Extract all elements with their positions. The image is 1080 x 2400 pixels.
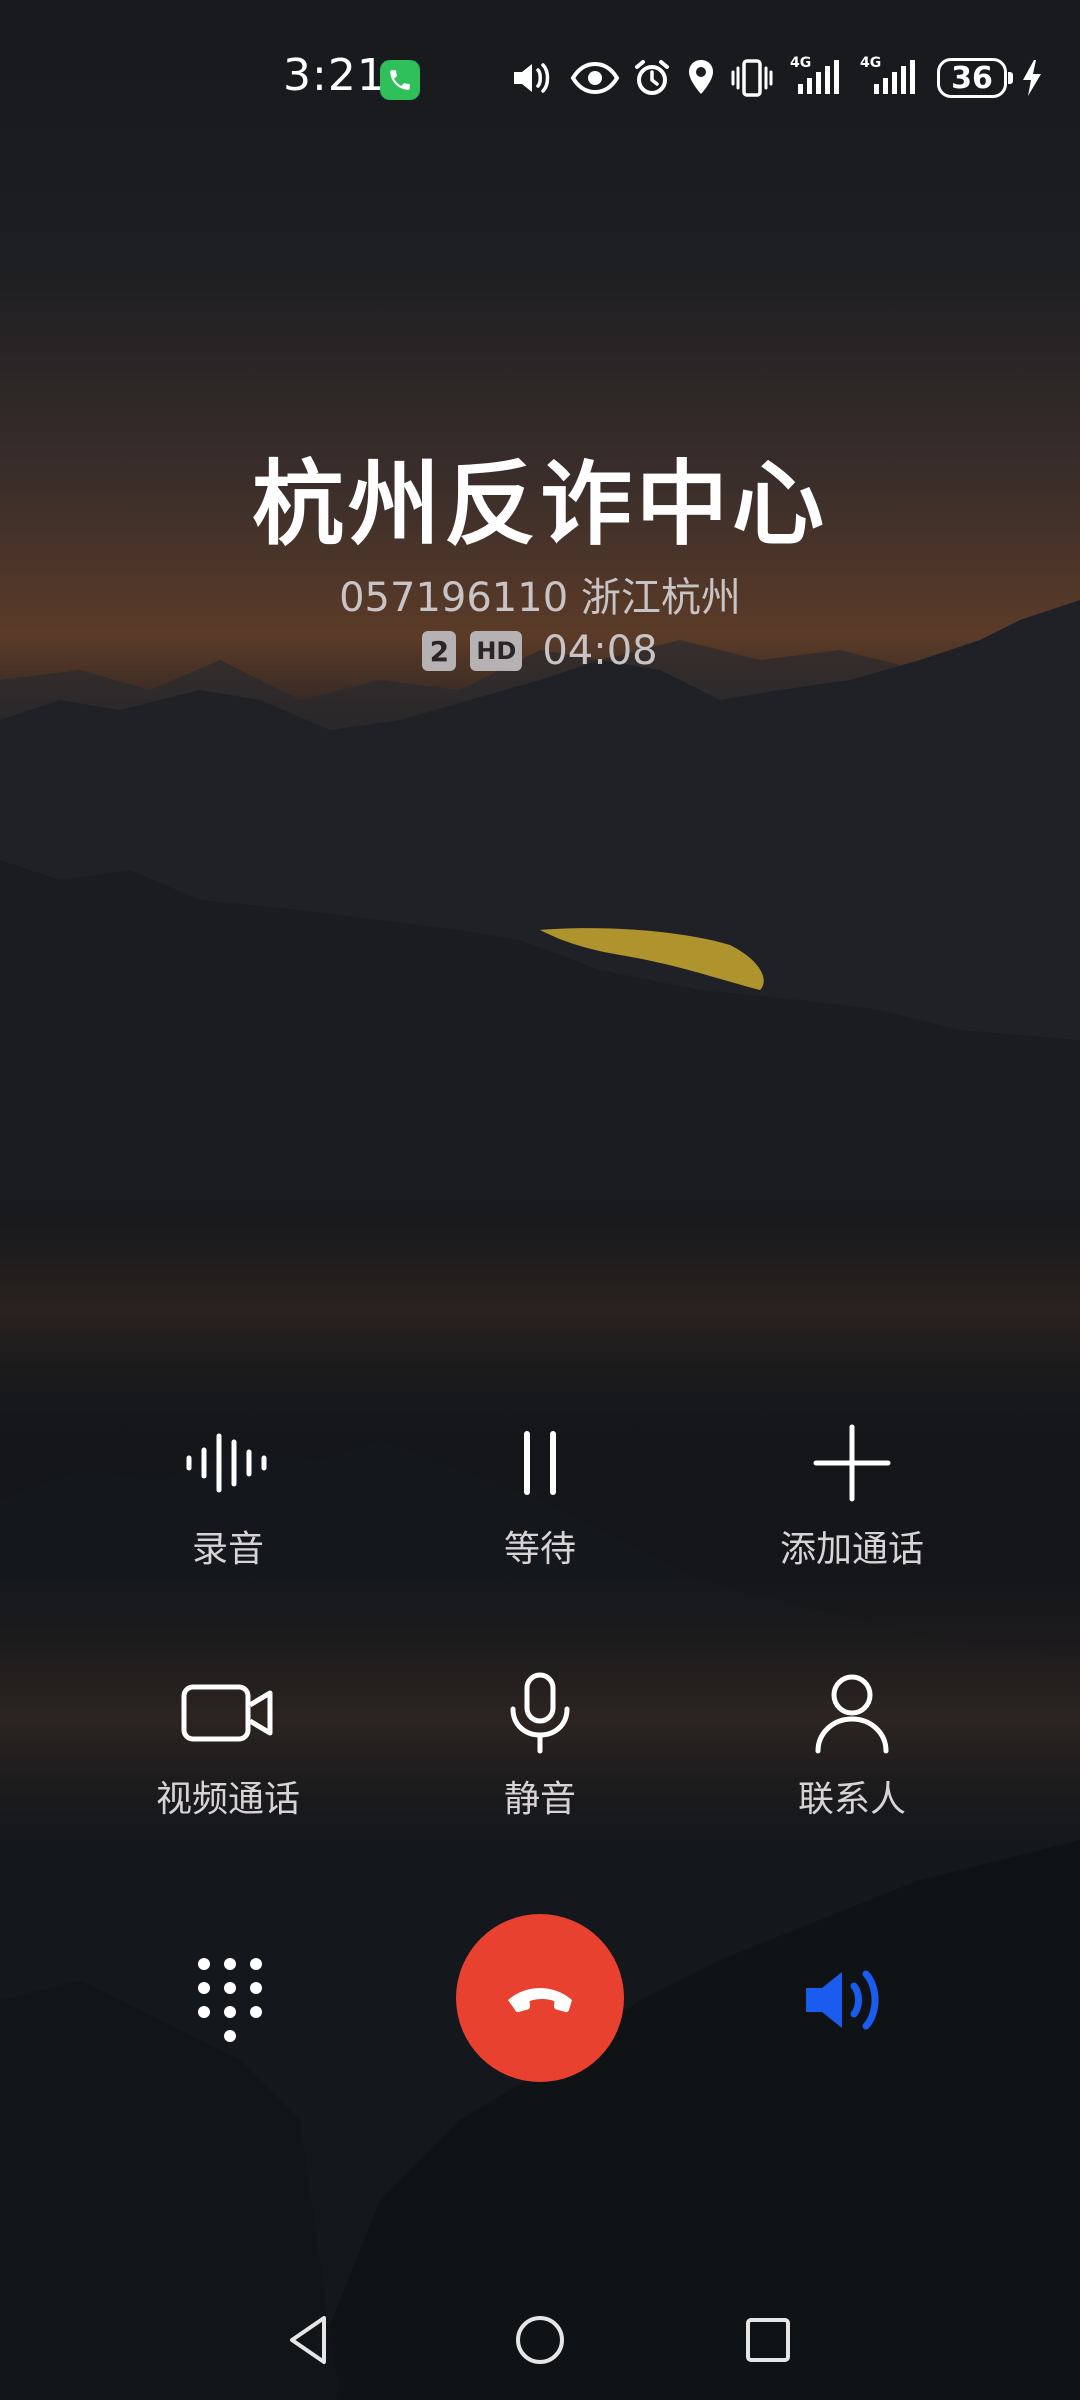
speaker-button[interactable] bbox=[800, 1960, 900, 2040]
status-time: 3:21 bbox=[283, 50, 386, 101]
caller-number-location: 057196110 浙江杭州 bbox=[339, 575, 741, 621]
pause-icon bbox=[490, 1418, 590, 1508]
hold-label: 等待 bbox=[503, 1529, 576, 1570]
vibrate-icon bbox=[731, 59, 773, 97]
video-camera-icon bbox=[178, 1668, 278, 1758]
phone-screen: 3:21 4G 4G 36 杭州反诈中心 057196110 浙江杭州 2 HD… bbox=[0, 0, 1080, 2400]
hd-badge: HD bbox=[470, 631, 523, 671]
call-meta: 2 HD 04:08 bbox=[0, 628, 1080, 674]
volume-icon bbox=[514, 63, 550, 93]
contacts-button[interactable]: 联系人 bbox=[722, 1668, 982, 1822]
signal-icon-1 bbox=[798, 60, 839, 94]
video-call-label: 视频通话 bbox=[155, 1779, 300, 1820]
sim-badge: 2 bbox=[422, 631, 457, 671]
add-call-button[interactable]: 添加通话 bbox=[722, 1418, 982, 1572]
mute-label: 静音 bbox=[503, 1779, 576, 1820]
microphone-icon bbox=[490, 1668, 590, 1758]
dialpad-icon bbox=[198, 1958, 262, 2042]
hold-button[interactable]: 等待 bbox=[410, 1418, 670, 1572]
caller-name: 杭州反诈中心 bbox=[251, 451, 828, 558]
home-nav-icon[interactable] bbox=[510, 2310, 570, 2370]
battery-indicator: 36 bbox=[937, 58, 1007, 98]
location-icon bbox=[689, 60, 713, 94]
record-label: 录音 bbox=[191, 1529, 264, 1570]
hang-up-icon bbox=[508, 1988, 572, 2013]
add-call-label: 添加通话 bbox=[779, 1529, 924, 1570]
video-call-button[interactable]: 视频通话 bbox=[98, 1668, 358, 1822]
contacts-label: 联系人 bbox=[797, 1779, 906, 1820]
plus-icon bbox=[802, 1418, 902, 1508]
charging-icon bbox=[1023, 60, 1041, 96]
record-button[interactable]: 录音 bbox=[98, 1418, 358, 1572]
eye-comfort-icon bbox=[570, 61, 620, 95]
alarm-icon bbox=[635, 60, 669, 95]
ongoing-call-icon[interactable] bbox=[380, 60, 420, 100]
person-icon bbox=[802, 1668, 902, 1758]
battery-tip bbox=[1008, 72, 1013, 84]
dialpad-button[interactable] bbox=[190, 1950, 270, 2050]
recents-nav-icon[interactable] bbox=[738, 2310, 798, 2370]
call-duration: 04:08 bbox=[542, 628, 658, 674]
end-call-button[interactable] bbox=[456, 1914, 624, 2082]
back-nav-icon[interactable] bbox=[280, 2310, 340, 2370]
mute-button[interactable]: 静音 bbox=[410, 1668, 670, 1822]
signal-icon-2 bbox=[874, 60, 915, 94]
speaker-icon bbox=[806, 1970, 879, 2030]
waveform-icon bbox=[178, 1418, 278, 1508]
status-bar: 3:21 4G 4G 36 bbox=[0, 40, 1080, 120]
